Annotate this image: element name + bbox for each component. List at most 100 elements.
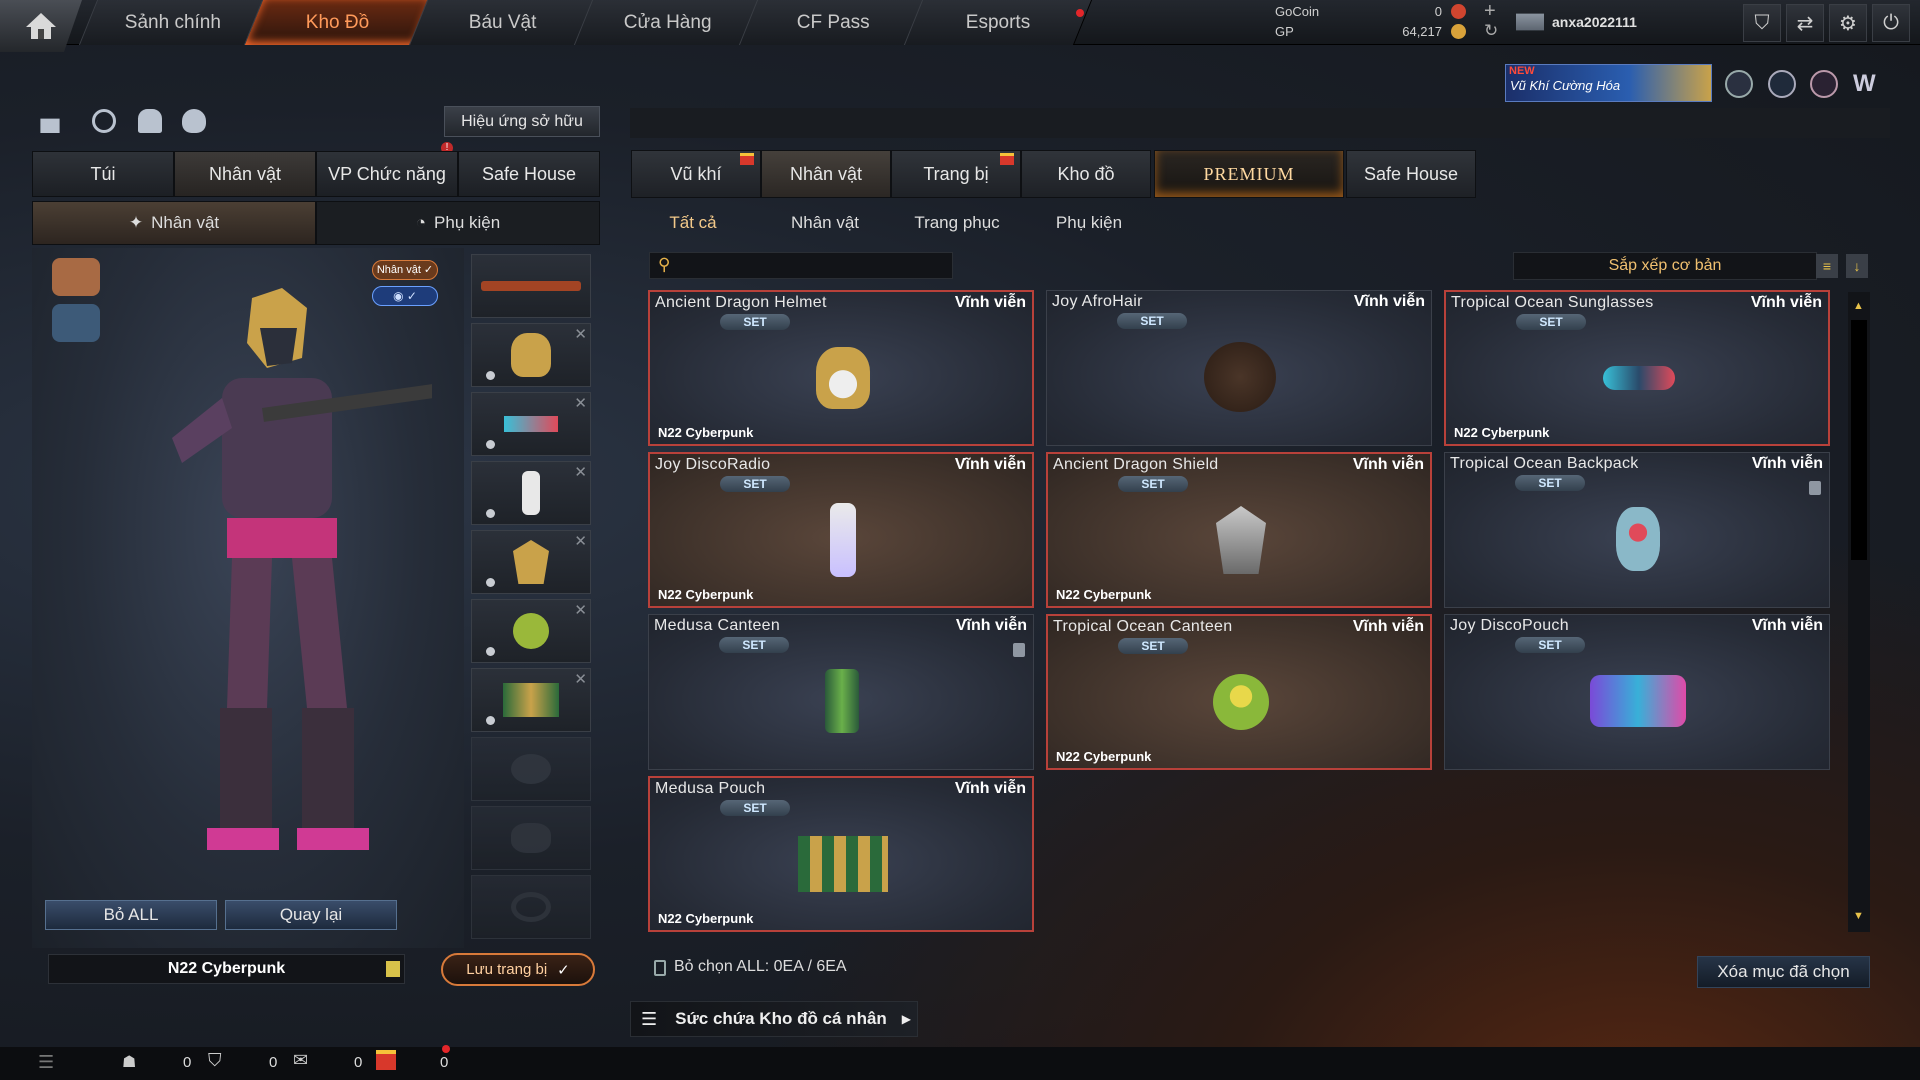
item-card[interactable]: Joy AfroHair Vĩnh viễn SET <box>1046 290 1432 446</box>
search-input[interactable] <box>682 255 942 277</box>
v-emblem-icon[interactable] <box>1725 70 1753 98</box>
scroll-up-icon[interactable]: ▲ <box>1853 300 1864 312</box>
slot-canteen[interactable]: ✕ <box>471 599 591 663</box>
item-card[interactable]: Tropical Ocean Canteen Vĩnh viễn SET N22 Cy… <box>1046 614 1432 770</box>
item-image <box>1588 657 1688 745</box>
slot-empty-3[interactable] <box>471 875 591 939</box>
settings-button[interactable]: ⚙ <box>1829 4 1867 42</box>
subtab-accessories[interactable]: ◔ Phụ kiện <box>316 201 600 245</box>
close-icon[interactable]: ✕ <box>574 325 587 343</box>
sort-list-icon[interactable]: ≡ <box>1816 254 1838 278</box>
left-tab-functional-items[interactable]: VP Chức năng <box>316 151 458 197</box>
right-tab-character[interactable]: Nhân vật <box>761 150 891 198</box>
filter-costume[interactable]: Trang phục <box>897 207 1017 239</box>
nav-tab-cf-pass[interactable]: CF Pass <box>738 0 928 45</box>
scrollbar-track[interactable]: ▲ ▼ <box>1848 292 1870 932</box>
owned-effects-button[interactable]: Hiệu ứng sở hữu <box>444 106 600 137</box>
preset-name[interactable]: N22 Cyberpunk <box>48 954 405 984</box>
item-card[interactable]: Medusa Canteen Vĩnh viễn SET <box>648 614 1034 770</box>
promo-banner[interactable]: NEW Vũ Khí Cường Hóa <box>1505 64 1712 102</box>
slot-empty-1[interactable] <box>471 737 591 801</box>
left-tab-character[interactable]: Nhân vật <box>174 151 316 197</box>
slot-helmet[interactable]: ✕ <box>471 323 591 387</box>
gp-value: 64,217 <box>1402 24 1442 39</box>
right-tab-gear[interactable]: Trang bị <box>891 150 1021 198</box>
trash-icon[interactable] <box>1809 481 1821 495</box>
character-preview[interactable]: Nhân vật ✓ ◉ ✓ <box>32 248 464 948</box>
item-card[interactable]: Joy DiscoPouch Vĩnh viễn SET <box>1444 614 1830 770</box>
storage-capacity-bar[interactable]: ☰ Sức chứa Kho đồ cá nhân ▶ <box>630 1001 918 1037</box>
checkbox-icon[interactable] <box>654 960 666 976</box>
gift-icon[interactable] <box>376 1050 396 1070</box>
nav-tab-esports[interactable]: Esports <box>903 0 1093 45</box>
clan-icon[interactable]: ⛉ <box>208 1050 222 1071</box>
close-icon[interactable]: ✕ <box>574 532 587 550</box>
close-icon[interactable]: ✕ <box>574 670 587 688</box>
nav-tab-inventory[interactable]: Kho Đồ <box>243 0 433 45</box>
slot-glasses[interactable]: ✕ <box>471 392 591 456</box>
scrollbar-thumb[interactable] <box>1851 320 1867 560</box>
right-tab-premium[interactable]: PREMIUM <box>1154 150 1344 198</box>
right-tab-safe-house[interactable]: Safe House <box>1346 150 1476 198</box>
close-icon[interactable]: ✕ <box>574 394 587 412</box>
back-button[interactable]: Quay lại <box>225 900 397 930</box>
delete-selected-button[interactable]: Xóa mục đã chọn <box>1697 956 1870 988</box>
sort-direction-icon[interactable]: ↓ <box>1846 254 1868 278</box>
filter-character[interactable]: Nhân vật <box>765 207 885 239</box>
item-card[interactable]: Tropical Ocean Sunglasses Vĩnh viễn SET N22… <box>1444 290 1830 446</box>
alt-class-icon[interactable] <box>52 304 100 342</box>
slot-empty-2[interactable] <box>471 806 591 870</box>
slot-radio[interactable]: ✕ <box>471 461 591 525</box>
globe-icon[interactable] <box>1768 70 1796 98</box>
set-badge: SET <box>1118 638 1188 654</box>
hand-icon[interactable] <box>182 109 206 133</box>
history-icon[interactable] <box>92 109 116 133</box>
remove-all-button[interactable]: Bỏ ALL <box>45 900 217 930</box>
set-badge: SET <box>1117 313 1187 329</box>
sort-dropdown[interactable]: Sắp xếp cơ bản <box>1513 252 1817 280</box>
backpack-icon <box>1616 507 1660 571</box>
preset-menu-icon[interactable] <box>386 961 400 977</box>
left-tab-bag[interactable]: Túi <box>32 151 174 197</box>
nav-tab-treasure[interactable]: Báu Vật <box>408 0 598 45</box>
filter-accessories[interactable]: Phụ kiện <box>1029 207 1149 239</box>
right-tab-storage[interactable]: Kho đồ <box>1021 150 1151 198</box>
save-equipment-button[interactable]: Lưu trang bị ✓ <box>441 953 595 986</box>
close-icon[interactable]: ✕ <box>574 601 587 619</box>
search-box[interactable]: ⚲ <box>649 252 953 279</box>
trash-icon[interactable] <box>1013 643 1025 657</box>
refresh-icon[interactable]: ↻ <box>1484 21 1498 41</box>
nav-tab-label: Esports <box>965 11 1031 33</box>
clan-shield-button[interactable]: ⛉ <box>1743 4 1781 42</box>
scroll-down-icon[interactable]: ▼ <box>1853 910 1864 922</box>
left-tab-safe-house[interactable]: Safe House <box>458 151 600 197</box>
item-card[interactable]: Tropical Ocean Backpack Vĩnh viễn SET <box>1444 452 1830 608</box>
exit-room-button[interactable]: ⇄ <box>1786 4 1824 42</box>
filter-all[interactable]: Tất cả <box>633 207 753 239</box>
w-emblem-icon[interactable]: W <box>1853 70 1883 98</box>
right-tab-weapons[interactable]: Vũ khí <box>631 150 761 198</box>
menu-list-icon[interactable]: ☰ <box>38 1052 54 1073</box>
add-coin-icon[interactable]: + <box>1484 0 1496 23</box>
character-class-icon[interactable] <box>52 258 100 296</box>
subtab-character[interactable]: ✦ Nhân vật <box>32 201 316 245</box>
nav-tab-shop[interactable]: Cửa Hàng <box>573 0 763 45</box>
event-icon[interactable] <box>1810 70 1838 98</box>
gift-box-icon[interactable] <box>40 118 60 133</box>
deselect-all-label: Bỏ chọn ALL: 0EA / 6EA <box>674 958 847 975</box>
item-name: Tropical Ocean Backpack <box>1450 455 1639 472</box>
power-button[interactable]: ⏻ <box>1872 4 1910 42</box>
item-card[interactable]: Ancient Dragon Shield Vĩnh viễn SET N22 Cyb… <box>1046 452 1432 608</box>
slot-weapon[interactable] <box>471 254 591 318</box>
character-pose-icon[interactable] <box>138 109 162 133</box>
item-card[interactable]: Ancient Dragon Helmet Vĩnh viễn SET N22 Cyb… <box>648 290 1034 446</box>
item-card[interactable]: Medusa Pouch Vĩnh viễn SET N22 Cyberpunk <box>648 776 1034 932</box>
chat-icon[interactable]: ✉ <box>293 1050 308 1071</box>
slot-shield[interactable]: ✕ <box>471 530 591 594</box>
item-set-tag: N22 Cyberpunk <box>1056 587 1152 602</box>
slot-pouch[interactable]: ✕ <box>471 668 591 732</box>
friends-icon[interactable]: ☗ <box>122 1052 136 1072</box>
nav-tab-lobby[interactable]: Sảnh chính <box>78 0 268 45</box>
close-icon[interactable]: ✕ <box>574 463 587 481</box>
item-card[interactable]: Joy DiscoRadio Vĩnh viễn SET N22 Cyberpunk <box>648 452 1034 608</box>
